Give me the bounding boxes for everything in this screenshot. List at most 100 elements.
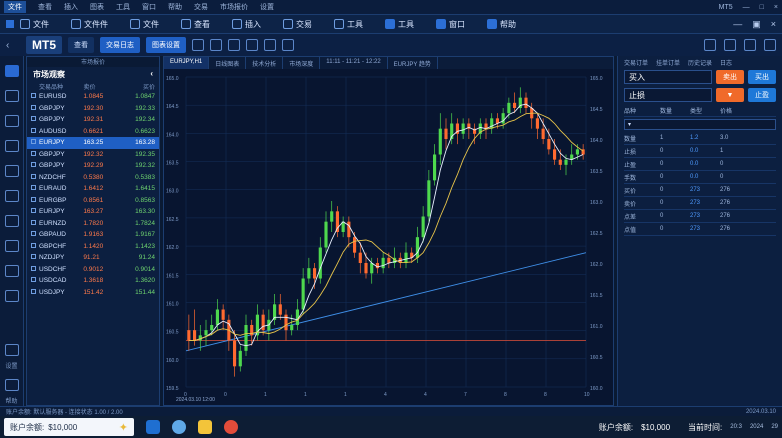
order-grid-row[interactable]: 点差 0 273 276	[624, 210, 776, 223]
grid-view-icon[interactable]	[704, 39, 716, 51]
market-watch-row[interactable]: NZDJPY 91.21 91.24	[27, 252, 159, 264]
line-icon[interactable]	[246, 39, 258, 51]
candlestick-chart[interactable]: 165.0 164.5 164.0 163.5 163.0 162.5 162.0 161.5…	[164, 69, 613, 405]
tab-orders[interactable]: 交易订单	[624, 58, 648, 67]
checkbox-icon[interactable]	[31, 139, 36, 145]
link-icon[interactable]	[4, 290, 19, 302]
back-arrow-icon[interactable]: ‹	[6, 40, 9, 51]
sell-button[interactable]: 卖出	[716, 70, 744, 84]
crosshair-icon[interactable]	[228, 39, 240, 51]
edge-browser-icon[interactable]	[172, 420, 186, 434]
chart-tab-2[interactable]: 技术分析	[246, 57, 284, 69]
maximize-icon[interactable]: □	[760, 4, 764, 11]
market-watch-row[interactable]: GBPJPY 192.30 192.33	[27, 103, 159, 115]
order-grid-row[interactable]: 手数 0 0.0 0	[624, 171, 776, 184]
take-profit-button[interactable]: 止盈	[748, 88, 776, 102]
titlebar-item-chart[interactable]: 图表	[90, 2, 104, 12]
chart-icon[interactable]	[4, 115, 19, 127]
checkbox-icon[interactable]	[31, 277, 36, 283]
buy-input[interactable]: 买入	[624, 70, 712, 84]
menu-tools[interactable]: 工具	[334, 19, 363, 30]
brush-icon[interactable]	[210, 39, 222, 51]
calendar-icon[interactable]	[4, 240, 19, 252]
menu-tools-2[interactable]: 工具	[385, 19, 414, 30]
order-grid-row[interactable]: 买价 0 273 276	[624, 184, 776, 197]
checkbox-icon[interactable]	[31, 93, 36, 99]
lines-icon[interactable]	[282, 39, 294, 51]
balance-widget[interactable]: 账户余额: $10,000 ✦	[4, 418, 134, 436]
help-icon[interactable]	[4, 379, 19, 391]
checkbox-icon[interactable]	[31, 116, 36, 122]
menu-trade[interactable]: 交易	[283, 19, 312, 30]
checkbox-icon[interactable]	[31, 150, 36, 156]
gear-icon[interactable]	[764, 39, 776, 51]
titlebar-item-help[interactable]: 帮助	[168, 2, 182, 12]
box-icon[interactable]	[264, 39, 276, 51]
order-grid-row[interactable]: 卖价 0 273 276	[624, 197, 776, 210]
menu-files[interactable]: 文件件	[71, 19, 108, 30]
market-watch-row[interactable]: EURJPY 163.27 163.30	[27, 206, 159, 218]
chart-tab-5[interactable]: EURJPY 趋势	[388, 57, 438, 69]
chrome-icon[interactable]	[224, 420, 238, 434]
market-watch-row[interactable]: GBPJPY 192.31 192.34	[27, 114, 159, 126]
titlebar-item-trade[interactable]: 交易	[194, 2, 208, 12]
folder-icon[interactable]	[198, 420, 212, 434]
layout-icon[interactable]	[744, 39, 756, 51]
market-watch-row[interactable]: GBPJPY 192.29 192.32	[27, 160, 159, 172]
windows-start-icon[interactable]	[146, 420, 160, 434]
chart-tab-3[interactable]: 市场深度	[283, 57, 321, 69]
list-view-icon[interactable]	[724, 39, 736, 51]
chart-settings-button[interactable]: 图表设置	[146, 37, 186, 53]
checkbox-icon[interactable]	[31, 173, 36, 179]
settings-icon[interactable]	[4, 344, 19, 356]
titlebar-item-view[interactable]: 查看	[38, 2, 52, 12]
menu-file[interactable]: 文件	[20, 19, 49, 30]
order-grid-row[interactable]: 数量 1 1.2 3.0	[624, 132, 776, 145]
chevron-down-icon[interactable]: ‹	[150, 69, 153, 79]
titlebar-item-settings[interactable]: 设置	[260, 2, 274, 12]
database-icon[interactable]	[4, 165, 19, 177]
checkbox-icon[interactable]	[31, 265, 36, 271]
close-icon[interactable]: ×	[771, 19, 776, 30]
titlebar-item-tools[interactable]: 工具	[116, 2, 130, 12]
checkbox-icon[interactable]	[31, 254, 36, 260]
market-watch-row[interactable]: USDJPY 151.42 151.44	[27, 287, 159, 299]
market-watch-row[interactable]: EURGBP 0.8561 0.8563	[27, 195, 159, 207]
market-watch-row[interactable]: NZDCHF 0.5380 0.5383	[27, 172, 159, 184]
order-grid-row[interactable]: 止盈 0 0.0 0	[624, 158, 776, 171]
menu-window[interactable]: 窗口	[436, 19, 465, 30]
buy-button[interactable]: 买出	[748, 70, 776, 84]
checkbox-icon[interactable]	[31, 219, 36, 225]
tab-history[interactable]: 历史记录	[688, 58, 712, 67]
home-icon[interactable]	[4, 65, 19, 77]
tab-pending[interactable]: 挂单订单	[656, 58, 680, 67]
list-icon[interactable]	[4, 90, 19, 102]
market-watch-row[interactable]: USDCHF 0.9012 0.9014	[27, 264, 159, 276]
minimize-icon[interactable]: —	[733, 19, 742, 30]
order-type-select[interactable]: ▾	[624, 119, 776, 130]
market-watch-row[interactable]: GBPJPY 192.32 192.35	[27, 149, 159, 161]
restore-icon[interactable]: ▣	[752, 19, 761, 30]
checkbox-icon[interactable]	[31, 208, 36, 214]
titlebar-item-insert[interactable]: 插入	[64, 2, 78, 12]
market-watch-row[interactable]: USDCAD 1.3618 1.3620	[27, 275, 159, 287]
titlebar-item-market[interactable]: 市场报价	[220, 2, 248, 12]
checkbox-icon[interactable]	[31, 162, 36, 168]
market-watch-row[interactable]: EURUSD 1.0845 1.0847	[27, 91, 159, 103]
journal-button[interactable]: 交易日志	[100, 37, 140, 53]
titlebar-item-file[interactable]: 文件	[4, 1, 26, 13]
titlebar-item-window[interactable]: 窗口	[142, 2, 156, 12]
stop-icon[interactable]: ▼	[716, 88, 744, 102]
view-button[interactable]: 查看	[68, 37, 94, 53]
close-icon[interactable]: ×	[774, 4, 778, 11]
pencil-icon[interactable]	[192, 39, 204, 51]
minimize-icon[interactable]: —	[743, 4, 750, 11]
checkbox-icon[interactable]	[31, 185, 36, 191]
market-watch-row[interactable]: EURNZD 1.7820 1.7824	[27, 218, 159, 230]
tab-log[interactable]: 日志	[720, 58, 732, 67]
chart-tab-4[interactable]: 11:11 - 11:21 - 12:22	[320, 57, 388, 69]
order-grid-row[interactable]: 点值 0 273 276	[624, 223, 776, 236]
market-watch-row[interactable]: AUDUSD 0.6621 0.6623	[27, 126, 159, 138]
order-grid-row[interactable]: 止损 0 0.0 1	[624, 145, 776, 158]
menu-insert[interactable]: 插入	[232, 19, 261, 30]
